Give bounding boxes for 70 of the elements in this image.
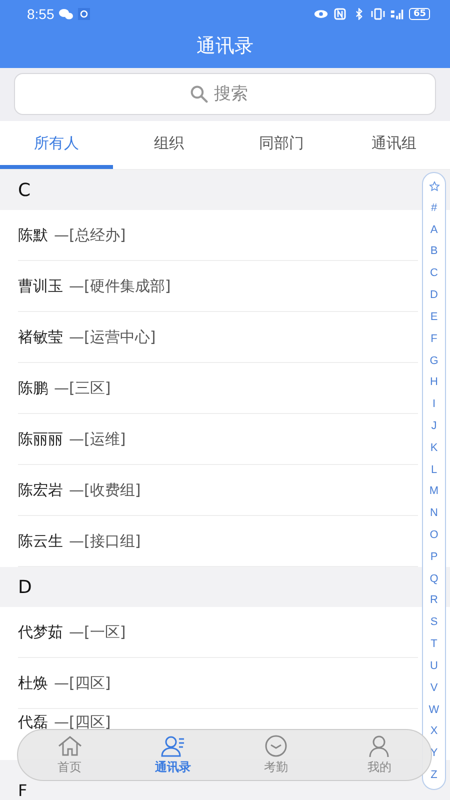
- index-letter[interactable]: B: [430, 245, 438, 258]
- index-letter[interactable]: A: [430, 224, 438, 236]
- index-letter[interactable]: L: [430, 464, 438, 476]
- contact-department: —[三区]: [54, 379, 111, 397]
- contact-department: —[接口组]: [69, 532, 141, 550]
- contact-department: —[四区]: [54, 713, 111, 731]
- index-letter[interactable]: O: [430, 529, 438, 541]
- contact-name: 陈云生: [18, 532, 63, 550]
- index-letter[interactable]: K: [430, 442, 438, 454]
- chat-icon: [59, 8, 74, 20]
- search-icon: [190, 85, 208, 103]
- vibrate-icon: [371, 8, 386, 20]
- index-letter[interactable]: M: [429, 485, 439, 498]
- index-letter[interactable]: G: [430, 354, 438, 366]
- index-letter[interactable]: C: [430, 267, 438, 280]
- star-icon[interactable]: [428, 181, 440, 192]
- contact-department: —[总经办]: [54, 226, 126, 244]
- contact-department: —[硬件集成部]: [69, 277, 171, 295]
- nav-tab[interactable]: 我的: [328, 730, 431, 780]
- search-field[interactable]: 搜索: [14, 73, 436, 115]
- index-letter[interactable]: S: [430, 616, 438, 628]
- index-letter[interactable]: V: [430, 682, 438, 694]
- index-letter[interactable]: J: [431, 420, 437, 432]
- index-letter[interactable]: T: [430, 638, 438, 650]
- contact-name: 曹训玉: [18, 277, 63, 295]
- section-letter: C: [18, 180, 31, 200]
- contact-department: —[收费组]: [69, 481, 141, 499]
- section-letter: F: [18, 782, 28, 800]
- index-letter[interactable]: Q: [430, 572, 438, 585]
- index-letter[interactable]: X: [430, 725, 438, 738]
- contact-department: —[运维]: [69, 430, 126, 448]
- index-letter[interactable]: I: [432, 398, 436, 410]
- contact-name: 陈丽丽: [18, 430, 63, 448]
- index-letter[interactable]: H: [430, 376, 438, 388]
- status-time: 8:55: [27, 6, 54, 22]
- contact-name: 杜焕: [18, 674, 48, 692]
- index-letter[interactable]: Y: [430, 747, 438, 760]
- contact-name: 代磊: [18, 713, 48, 731]
- contact-name: 褚敏莹: [18, 328, 63, 346]
- section-letter: D: [18, 576, 32, 598]
- contact-name: 陈鹏: [18, 379, 48, 397]
- contact-department: —[四区]: [54, 674, 111, 692]
- index-letter[interactable]: #: [430, 202, 438, 214]
- index-letter[interactable]: N: [430, 507, 438, 520]
- clock-icon: [263, 734, 290, 756]
- eye-icon: [314, 8, 328, 20]
- search-input[interactable]: 搜索: [214, 84, 260, 104]
- index-letter[interactable]: Z: [430, 768, 438, 781]
- index-letter[interactable]: F: [430, 332, 438, 345]
- contact-name: 代梦茹: [18, 623, 63, 641]
- battery-level: 65: [409, 8, 430, 20]
- index-letter[interactable]: U: [430, 660, 438, 672]
- sync-icon: [78, 8, 90, 20]
- nav-tab[interactable]: 首页: [18, 730, 122, 780]
- index-letter[interactable]: W: [428, 704, 440, 716]
- page-title: 通讯录: [196, 34, 254, 59]
- nfc-icon: [333, 8, 348, 20]
- index-letter[interactable]: R: [430, 594, 438, 606]
- contact-name: 陈宏岩: [18, 481, 63, 499]
- contact-department: —[运营中心]: [69, 328, 156, 346]
- index-letter[interactable]: E: [430, 310, 438, 323]
- signal-icon: [390, 8, 404, 20]
- index-letter[interactable]: D: [430, 289, 438, 302]
- contact-name: 陈默: [18, 226, 48, 244]
- contacts-icon: [160, 734, 186, 756]
- home-icon: [56, 734, 83, 756]
- nav-tab[interactable]: 考勤: [224, 730, 328, 780]
- index-letter[interactable]: P: [430, 550, 438, 563]
- contact-department: —[一区]: [69, 623, 126, 641]
- nav-tab[interactable]: 通讯录: [121, 730, 224, 780]
